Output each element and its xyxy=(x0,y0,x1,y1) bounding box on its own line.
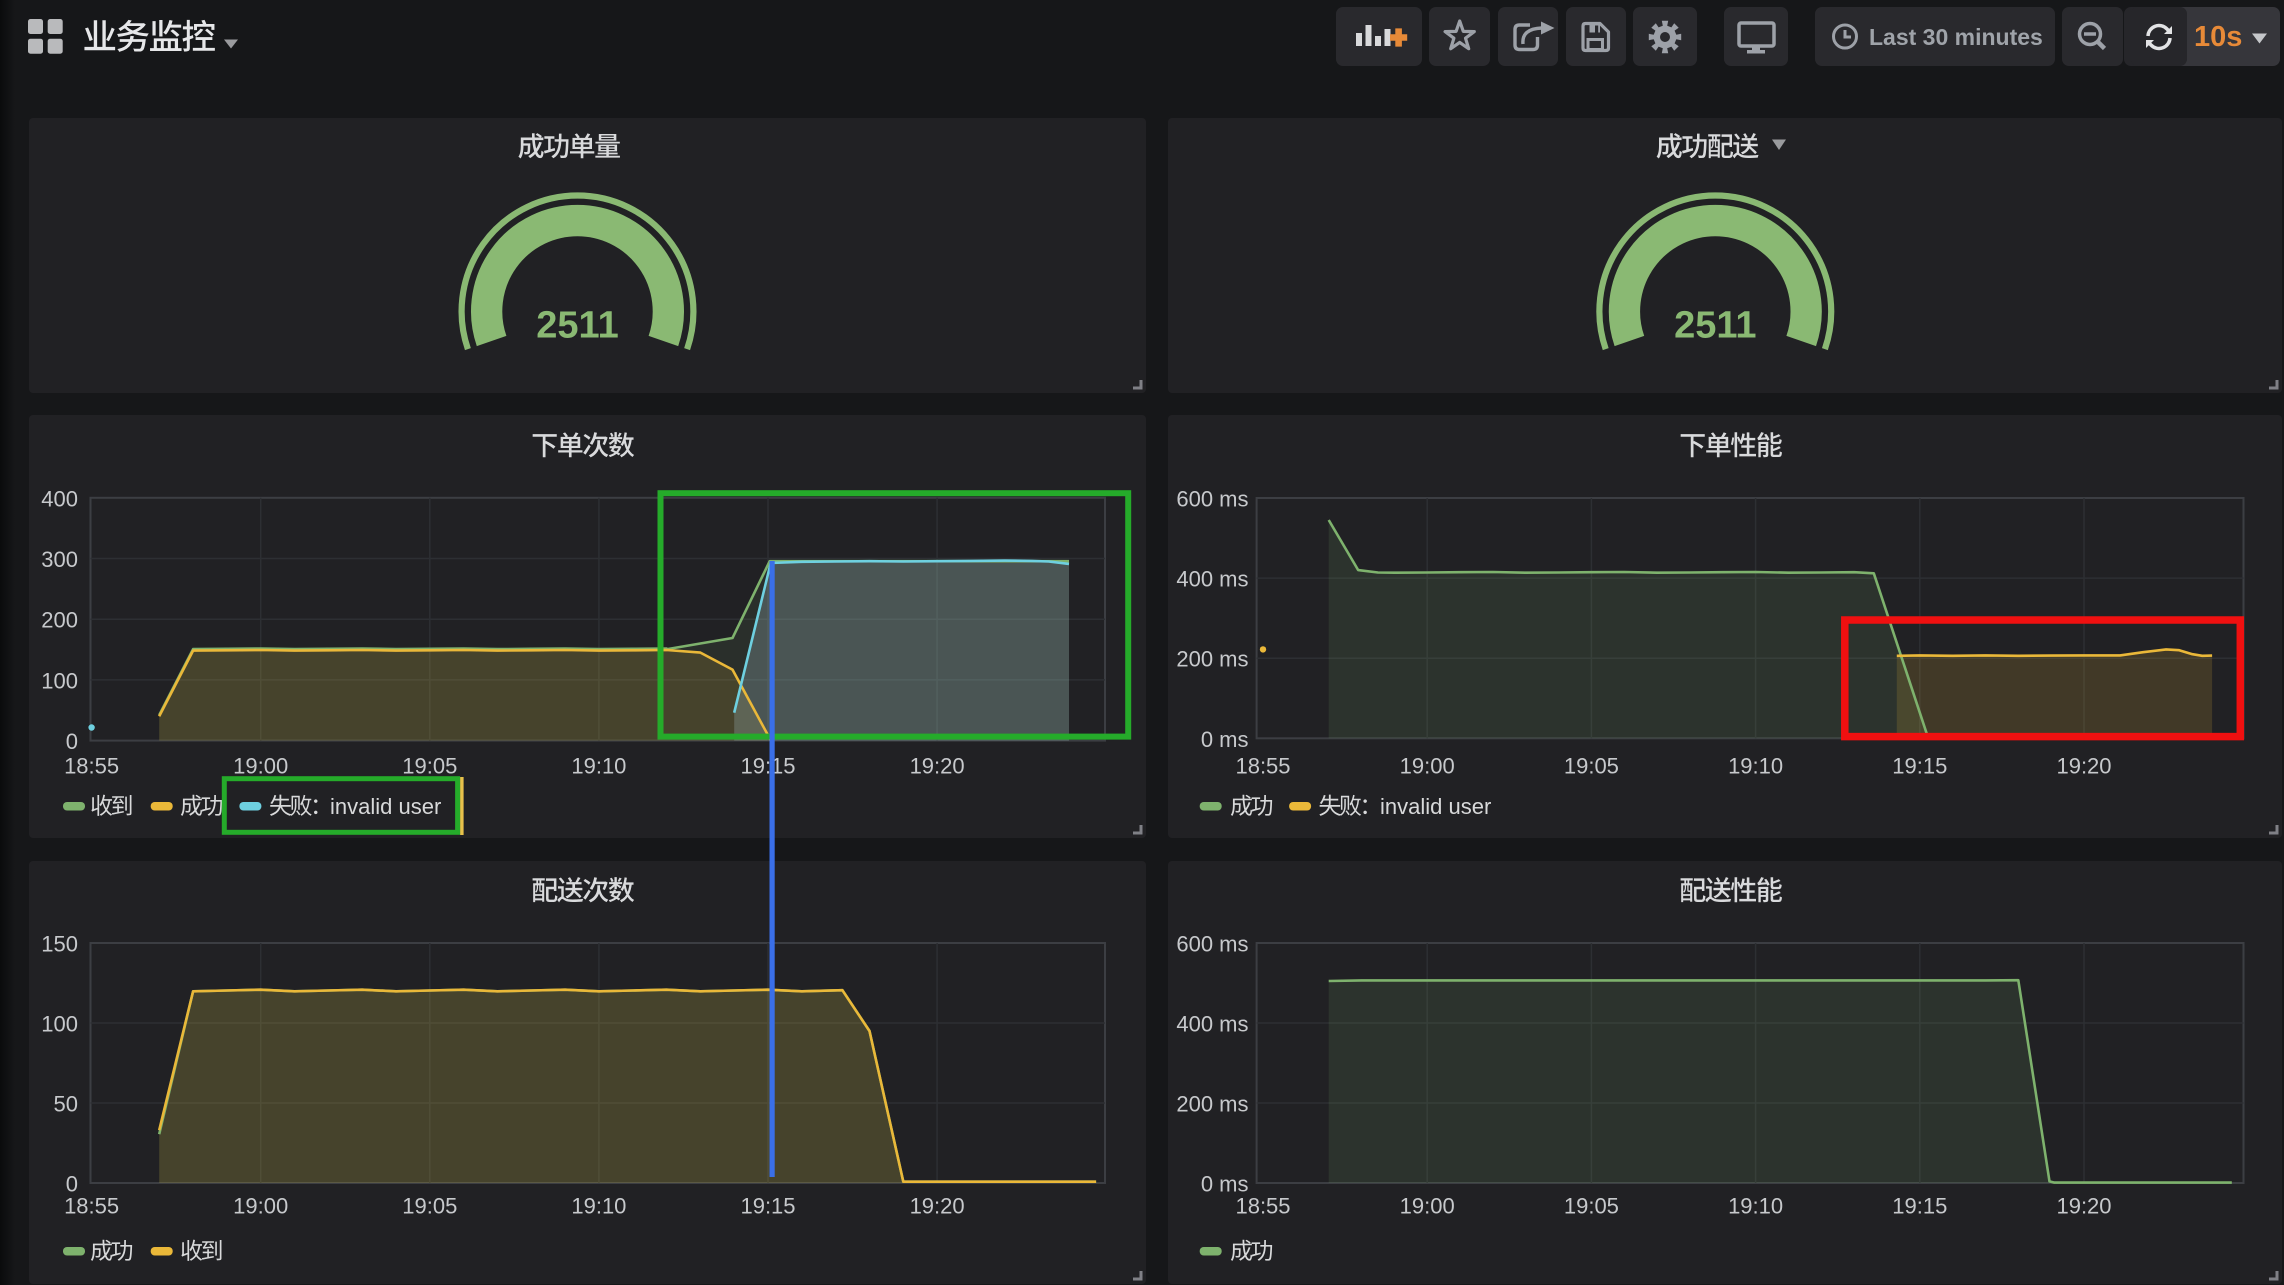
svg-text:18:55: 18:55 xyxy=(64,1194,119,1219)
svg-text:19:10: 19:10 xyxy=(571,1194,626,1219)
svg-text:18:55: 18:55 xyxy=(1235,754,1290,779)
svg-text:19:15: 19:15 xyxy=(1892,754,1947,779)
svg-text:100: 100 xyxy=(41,668,78,693)
svg-text:400: 400 xyxy=(41,486,78,511)
svg-text:19:10: 19:10 xyxy=(1728,754,1783,779)
svg-text:Last 30 minutes: Last 30 minutes xyxy=(1869,24,2043,50)
svg-text:19:20: 19:20 xyxy=(2056,1194,2111,1219)
svg-text:19:05: 19:05 xyxy=(1564,754,1619,779)
svg-text:600 ms: 600 ms xyxy=(1176,487,1248,512)
svg-text:19:20: 19:20 xyxy=(910,1194,965,1219)
svg-text:400 ms: 400 ms xyxy=(1176,567,1248,592)
svg-text:150: 150 xyxy=(41,932,78,957)
svg-text:200 ms: 200 ms xyxy=(1176,647,1248,672)
svg-text:200: 200 xyxy=(41,608,78,633)
svg-text:600 ms: 600 ms xyxy=(1176,932,1248,957)
svg-text:19:00: 19:00 xyxy=(1400,754,1455,779)
svg-text:19:00: 19:00 xyxy=(233,1194,288,1219)
svg-text:invalid user: invalid user xyxy=(330,794,441,819)
svg-text:0: 0 xyxy=(66,729,78,754)
svg-text:19:00: 19:00 xyxy=(1400,1194,1455,1219)
svg-text:19:15: 19:15 xyxy=(1892,1194,1947,1219)
svg-text:50: 50 xyxy=(54,1092,78,1117)
svg-text:invalid user: invalid user xyxy=(1380,794,1491,819)
svg-text:19:15: 19:15 xyxy=(740,1194,795,1219)
svg-text:19:15: 19:15 xyxy=(740,754,795,779)
svg-text:19:00: 19:00 xyxy=(233,754,288,779)
svg-text:400 ms: 400 ms xyxy=(1176,1012,1248,1037)
svg-text:2511: 2511 xyxy=(1674,304,1756,346)
svg-text:100: 100 xyxy=(41,1012,78,1037)
svg-text:19:05: 19:05 xyxy=(402,754,457,779)
svg-text:300: 300 xyxy=(41,547,78,572)
svg-text:19:10: 19:10 xyxy=(1728,1194,1783,1219)
svg-text:18:55: 18:55 xyxy=(1235,1194,1290,1219)
svg-text:200 ms: 200 ms xyxy=(1176,1092,1248,1117)
svg-text:2511: 2511 xyxy=(536,304,618,346)
svg-text:19:10: 19:10 xyxy=(571,754,626,779)
svg-text:19:05: 19:05 xyxy=(402,1194,457,1219)
svg-text:19:05: 19:05 xyxy=(1564,1194,1619,1219)
svg-text:19:20: 19:20 xyxy=(910,754,965,779)
svg-text:19:20: 19:20 xyxy=(2056,754,2111,779)
svg-text:0 ms: 0 ms xyxy=(1201,727,1249,752)
svg-text:10s: 10s xyxy=(2194,21,2242,53)
svg-text:18:55: 18:55 xyxy=(64,754,119,779)
